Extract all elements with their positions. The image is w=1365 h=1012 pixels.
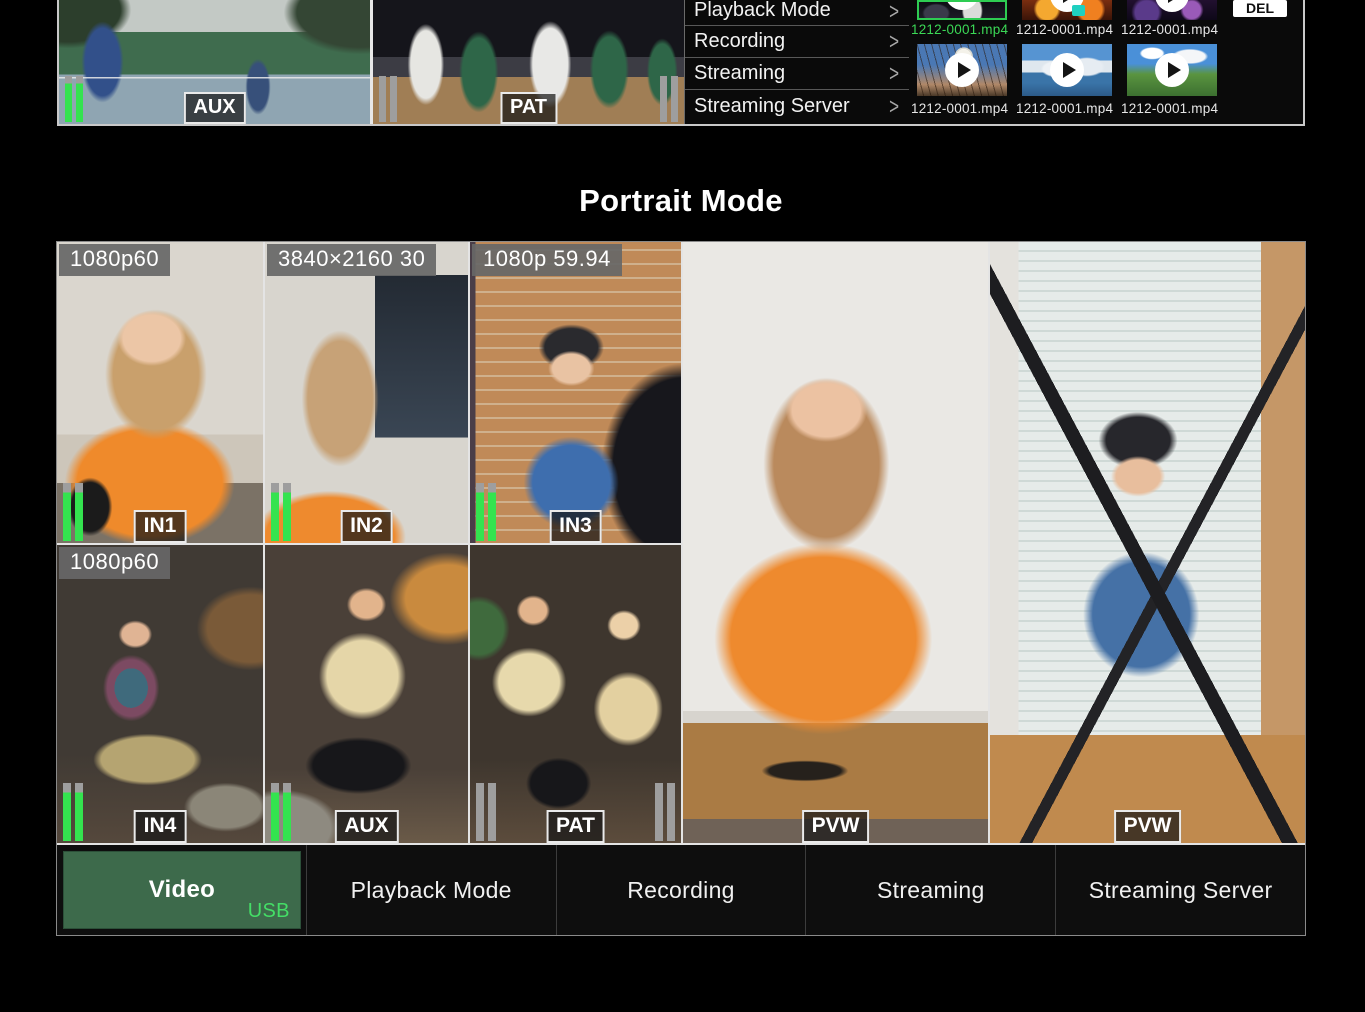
file-name: 1212-0001.mp4 [1016,22,1126,37]
resolution-overlay: 1080p60 [59,244,170,276]
audio-meter [65,76,83,122]
audio-meter [63,783,83,841]
tab-recording[interactable]: Recording [556,845,806,935]
video-file-thumbnail[interactable] [1127,0,1217,20]
in1-video-preview[interactable]: 1080p60 IN1 [57,242,263,543]
video-file-thumbnail[interactable] [917,44,1007,96]
chevron-right-icon: > [889,0,899,26]
audio-meter [476,783,496,841]
tab-label: Playback Mode [351,877,512,904]
tab-streaming-server[interactable]: Streaming Server [1055,845,1305,935]
page-title: Portrait Mode [57,183,1305,219]
resolution-overlay: 1080p60 [59,547,170,579]
play-icon [1050,53,1084,87]
play-icon [1155,0,1189,12]
menu-item-label: Streaming Server [694,95,850,118]
pvw-video-preview-right: PVW [990,242,1305,843]
audio-meter [660,76,678,122]
tab-label: Streaming Server [1089,877,1273,904]
in2-badge: IN2 [340,510,393,543]
play-icon [945,0,979,10]
audio-meter [655,783,675,841]
video-file-thumbnail[interactable] [917,0,1007,20]
video-file-thumbnail[interactable] [1022,44,1112,96]
pvw-video-preview-left: PVW [683,242,988,843]
in2-video-preview[interactable]: 3840×2160 30 IN2 [265,242,468,543]
in4-video-preview[interactable]: 1080p60 IN4 [57,545,263,843]
menu-item-recording[interactable]: Recording > [685,26,909,58]
file-name: 1212-0001.mp4 [1121,101,1231,116]
play-icon [945,53,979,87]
file-name: 1212-0001.mp4 [1016,101,1126,116]
audio-meter [379,76,397,122]
menu-item-label: Streaming [694,62,785,85]
tab-streaming[interactable]: Streaming [805,845,1055,935]
video-file-thumbnail[interactable] [1127,44,1217,96]
settings-menu: Playback Mode > Recording > Streaming > … [684,0,909,124]
top-pat-video-preview[interactable]: PAT [373,0,684,124]
menu-item-playback-mode[interactable]: Playback Mode > [685,0,909,26]
audio-meter [476,483,496,541]
tab-label: Recording [627,877,735,904]
pvw-badge: PVW [802,810,870,843]
chevron-right-icon: > [889,28,899,55]
video-file-thumbnail[interactable] [1022,0,1112,20]
tab-playback-mode[interactable]: Playback Mode [306,845,556,935]
tab-label: Video [149,876,215,904]
audio-meter [271,483,291,541]
portrait-multiview: 1080p60 IN1 3840×2160 30 IN2 1080p 59.94… [57,242,1305,935]
menu-item-streaming[interactable]: Streaming > [685,58,909,90]
top-multiview-panel: AUX PAT Playback Mode > Recording > Stre… [57,0,1305,126]
menu-item-streaming-server[interactable]: Streaming Server > [685,90,909,123]
file-name: 1212-0001.mp4 [911,101,1021,116]
tab-sub-label: USB [248,900,290,923]
audio-meter [271,783,291,841]
delete-button[interactable]: DEL [1233,0,1287,17]
in1-badge: IN1 [134,510,187,543]
menu-item-label: Recording [694,30,785,53]
resolution-overlay: 1080p 59.94 [472,244,622,276]
pat-badge: PAT [546,810,605,843]
file-name: 1212-0001.mp4 [911,22,1021,37]
play-icon [1155,53,1189,87]
in3-badge: IN3 [549,510,602,543]
top-aux-video-preview[interactable]: AUX [59,0,373,124]
aux-badge: AUX [334,810,398,843]
chevron-right-icon: > [889,60,899,87]
tab-video[interactable]: Video USB [57,845,306,935]
top-menu-and-files: Playback Mode > Recording > Streaming > … [684,0,1303,124]
in4-badge: IN4 [134,810,187,843]
active-tab-highlight: Video USB [63,851,301,929]
pvw-badge: PVW [1114,810,1182,843]
menu-item-label: Playback Mode [694,0,831,22]
in3-video-preview[interactable]: 1080p 59.94 IN3 [470,242,681,543]
pat-badge: PAT [500,92,557,124]
file-name: 1212-0001.mp4 [1121,22,1231,37]
pat-video-preview[interactable]: PAT [470,545,681,843]
aux-badge: AUX [183,92,245,124]
bottom-menu-bar: Video USB Playback Mode Recording Stream… [57,845,1305,935]
aux-video-preview[interactable]: AUX [265,545,468,843]
audio-meter [63,483,83,541]
resolution-overlay: 3840×2160 30 [267,244,436,276]
file-icon [1072,5,1085,16]
tab-label: Streaming [877,877,985,904]
chevron-right-icon: > [889,93,899,120]
